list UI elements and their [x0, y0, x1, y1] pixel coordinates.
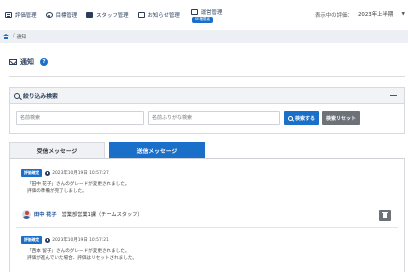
nav-admin-label: 運営管理	[200, 9, 223, 16]
filter-heading: 絞り込み検索	[23, 94, 58, 100]
breadcrumb: / 通知	[0, 30, 408, 43]
evaluation-icon	[5, 12, 12, 18]
nav-staff-label: スタッフ管理	[96, 13, 129, 19]
nav-evaluation[interactable]: 評価管理	[5, 0, 37, 30]
search-button-label: 検索する	[295, 115, 316, 122]
period-value: 2023年上半期	[358, 12, 394, 18]
help-icon[interactable]: ?	[40, 58, 48, 66]
admin-icon	[190, 8, 198, 15]
message-body: 「田中 花子」さんのグレードが変更されました。 評価の準備が完了しました。	[27, 181, 130, 195]
filter-row: 検索する 検索リセット	[16, 111, 361, 125]
message-tabs: 受信メッセージ 送信メッセージ	[9, 142, 405, 159]
search-button[interactable]: 検索する	[284, 111, 320, 125]
status-badge: 評価確定	[21, 169, 43, 177]
page-title: 通知 ?	[9, 57, 48, 67]
period-select[interactable]: 2023年上半期 ▼	[356, 8, 406, 20]
staff-icon	[86, 12, 94, 18]
message-line: 評価が進んでいた場合、評価はリセットされました。	[27, 256, 138, 261]
notice-icon	[137, 12, 145, 18]
message-body: 「西本 留子」さんのグレードが変更されました。 評価が進んでいた場合、評価はリセ…	[27, 248, 137, 262]
search-icon	[14, 92, 20, 99]
trash-icon	[382, 211, 388, 218]
clock-icon	[45, 170, 51, 176]
message-line: 評価の準備が完了しました。	[27, 189, 87, 194]
tab-sent[interactable]: 送信メッセージ	[109, 142, 205, 158]
kana-search-input[interactable]	[148, 111, 280, 125]
collapse-icon[interactable]	[390, 95, 397, 96]
name-search-input[interactable]	[16, 111, 144, 125]
reset-button-label: 検索リセット	[326, 115, 357, 122]
nav-evaluation-label: 評価管理	[15, 13, 37, 19]
nav-goals-label: 目標管理	[55, 13, 78, 19]
search-icon	[288, 115, 293, 121]
message-meta: 評価確定 2023年10月19日 10:57:27	[21, 169, 109, 177]
message-line: 「西本 留子」さんのグレードが変更されました。	[27, 249, 130, 254]
page-title-text: 通知	[20, 58, 34, 66]
home-icon[interactable]	[3, 34, 9, 39]
message-meta: 評価確定 2023年10月19日 10:57:21	[21, 236, 109, 244]
message-line: 「田中 花子」さんのグレードが変更されました。	[27, 182, 130, 187]
reset-search-button[interactable]: 検索リセット	[322, 111, 361, 125]
clock-icon	[45, 237, 51, 243]
breadcrumb-current: 通知	[16, 35, 27, 40]
breadcrumb-separator: /	[13, 34, 15, 39]
nav-goals[interactable]: 目標管理	[45, 0, 78, 30]
filter-header: 絞り込み検索	[10, 88, 404, 104]
status-badge: 評価確定	[21, 236, 43, 244]
nav-admin-row: 運営管理	[190, 8, 223, 16]
message-list: 評価確定 2023年10月19日 10:57:27 「田中 花子」さんのグレード…	[9, 159, 405, 272]
nav-notices[interactable]: お知らせ管理	[137, 0, 180, 30]
tab-received[interactable]: 受信メッセージ	[9, 142, 105, 158]
nav-notices-label: お知らせ管理	[147, 13, 180, 19]
chevron-down-icon: ▼	[401, 11, 405, 17]
period-label: 表示中の評価：	[315, 13, 353, 19]
target-icon	[45, 12, 53, 18]
admin-role-badge: SE権限者	[191, 16, 214, 23]
message-datetime: 2023年10月19日 10:57:27	[52, 171, 109, 176]
title-divider	[9, 76, 405, 77]
sender-affiliation: 営業部営業1課（チームスタッフ）	[61, 212, 143, 218]
filter-panel: 絞り込み検索 検索する 検索リセット	[9, 87, 405, 134]
message-divider	[16, 227, 398, 228]
nav-admin[interactable]: 運営管理 SE権限者	[190, 0, 223, 30]
sender-name[interactable]: 田中 花子	[34, 211, 57, 218]
avatar	[22, 210, 31, 219]
mail-icon	[9, 59, 17, 65]
nav-staff[interactable]: スタッフ管理	[86, 0, 129, 30]
message-datetime: 2023年10月19日 10:57:21	[52, 238, 109, 243]
sender-row: 田中 花子 営業部営業1課（チームスタッフ）	[22, 210, 143, 219]
delete-button[interactable]	[379, 210, 391, 221]
